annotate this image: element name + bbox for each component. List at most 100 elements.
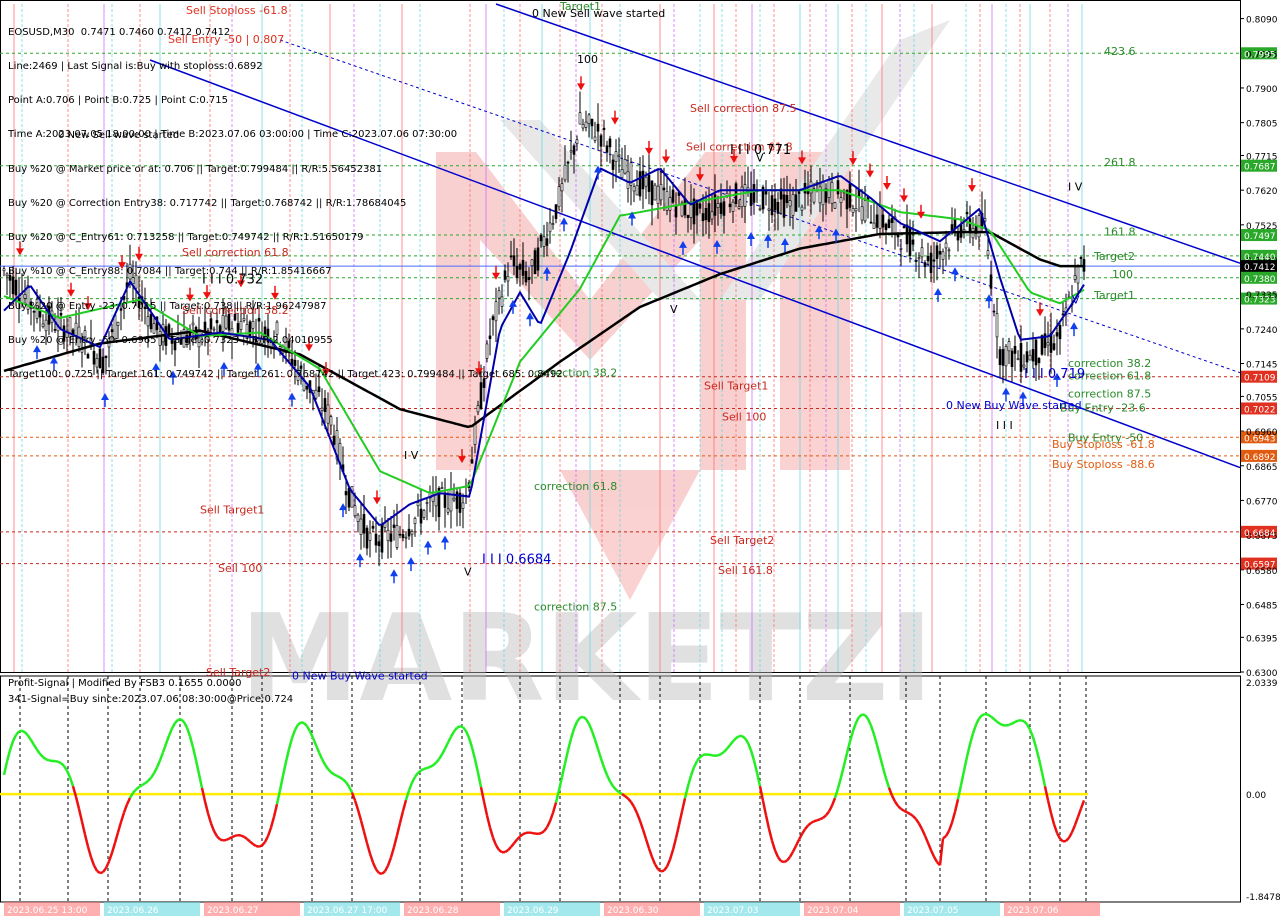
indicator-segment xyxy=(57,760,62,765)
time-axis-label: 2023.06.27 xyxy=(207,906,259,916)
indicator-segment xyxy=(504,849,509,854)
candle-body xyxy=(659,184,663,201)
price-tick-label: 0.7145 xyxy=(1246,361,1278,371)
indicator-segment xyxy=(1005,723,1010,727)
indicator-segment xyxy=(981,712,986,717)
candle-body xyxy=(569,150,573,153)
candle-body xyxy=(863,200,867,222)
price-tick-label: 0.7620 xyxy=(1246,187,1278,197)
candle-body xyxy=(992,310,996,313)
candle-body xyxy=(710,211,714,220)
candle-body xyxy=(914,260,918,262)
candle-body xyxy=(329,416,333,426)
indicator-segment xyxy=(1020,719,1025,723)
indicator-segment xyxy=(717,753,722,757)
indicator-segment xyxy=(540,830,545,835)
candle-body xyxy=(608,138,612,148)
info-line-10: Target100: 0.725 || Target 161: 0.749742… xyxy=(8,369,563,380)
level-label: 423.6 xyxy=(1104,45,1136,58)
candle-body xyxy=(887,219,891,229)
level-label: I V xyxy=(404,449,419,462)
candle-body xyxy=(644,176,648,187)
info-line-3: Time A:2023.07.05 18:00:00 | Time B:2023… xyxy=(8,129,458,141)
candle-body xyxy=(788,200,792,207)
candle-body xyxy=(575,139,579,144)
time-axis-label: 2023.06.29 xyxy=(507,906,559,916)
indicator-tick-label: 2.0339 xyxy=(1246,679,1278,689)
indicator-segment xyxy=(333,773,338,778)
level-label: Target2 xyxy=(1093,250,1135,263)
candle-body xyxy=(809,181,813,194)
price-tick-label: 0.7900 xyxy=(1246,85,1278,95)
candle-body xyxy=(1010,350,1014,367)
indicator-segment xyxy=(621,793,626,798)
candle-body xyxy=(389,533,393,542)
indicator-segment xyxy=(423,766,428,771)
candle-body xyxy=(716,203,720,208)
candle-body xyxy=(572,145,576,155)
candle-body xyxy=(371,525,375,529)
candle-body xyxy=(776,202,780,214)
indicator-title: Profit-Signal | Modified By FSB3 0.1655 … xyxy=(8,678,242,689)
candle-body xyxy=(995,313,999,338)
symbol-line: EOSUSD,M30 0.7471 0.7460 0.7412 0.7412 xyxy=(8,26,231,38)
indicator-segment xyxy=(906,811,911,815)
price-tick-label: 0.7805 xyxy=(1246,120,1278,130)
candle-body xyxy=(833,202,837,209)
candle-body xyxy=(596,123,600,132)
candle-body xyxy=(461,502,465,509)
candle-body xyxy=(758,208,762,211)
indicator-segment xyxy=(984,712,989,716)
indicator-tick-label: 0.00 xyxy=(1246,791,1266,801)
candle-body xyxy=(1019,342,1023,372)
level-label: 0 New Buy Wave started xyxy=(946,399,1082,412)
candle-body xyxy=(1073,275,1077,280)
info-line-6: Buy %20 @ C_Entry61: 0.713258 || Target:… xyxy=(8,232,364,244)
indicator-segment xyxy=(735,735,740,740)
candle-body xyxy=(425,502,429,504)
level-label: Target1 xyxy=(1093,289,1135,302)
indicator-segment xyxy=(531,831,536,835)
candle-body xyxy=(1037,358,1041,364)
info-line-9: Buy %20 @ Entry -50: 0.6965 || Target:0.… xyxy=(8,334,333,346)
candle-body xyxy=(848,183,852,208)
candle-body xyxy=(1040,335,1044,355)
indicator-segment xyxy=(45,758,50,762)
candle-body xyxy=(410,531,414,535)
candle-body xyxy=(881,214,885,228)
indicator-segment xyxy=(330,771,335,776)
candle-body xyxy=(380,524,384,553)
level-label: 261.8 xyxy=(1104,156,1136,169)
candle-body xyxy=(407,528,411,537)
candle-body xyxy=(401,534,405,538)
level-label: correction 61.8 xyxy=(534,480,617,493)
candle-body xyxy=(590,118,594,127)
candle-body xyxy=(923,262,927,268)
level-label: correction 87.5 xyxy=(534,600,617,613)
candle-body xyxy=(620,169,624,178)
level-label: Buy Stoploss -61.8 xyxy=(1052,438,1155,451)
candle-body xyxy=(674,204,678,218)
price-tick-label: 0.6485 xyxy=(1246,601,1278,611)
candle-body xyxy=(344,491,348,496)
candle-body xyxy=(656,185,660,204)
indicator-segment xyxy=(300,721,305,725)
candle-body xyxy=(791,194,795,216)
info-line-2: Point A:0.706 | Point B:0.725 | Point C:… xyxy=(8,95,228,107)
time-axis-label: 2023.07.05 xyxy=(907,906,959,916)
candle-body xyxy=(800,206,804,211)
candle-body xyxy=(899,248,903,250)
indicator-segment xyxy=(1014,719,1019,724)
candle-body xyxy=(347,487,351,508)
indicator-segment xyxy=(228,836,233,840)
candle-body xyxy=(2,268,6,272)
indicator-segment xyxy=(810,820,815,825)
level-label: I I I xyxy=(996,419,1013,432)
candle-body xyxy=(773,198,777,211)
candle-body xyxy=(353,505,357,517)
candle-body xyxy=(377,541,381,547)
candle-body xyxy=(416,502,420,507)
candle-body xyxy=(470,459,474,464)
time-axis-label: 2023.06.28 xyxy=(407,906,459,916)
candle-body xyxy=(1079,257,1083,260)
